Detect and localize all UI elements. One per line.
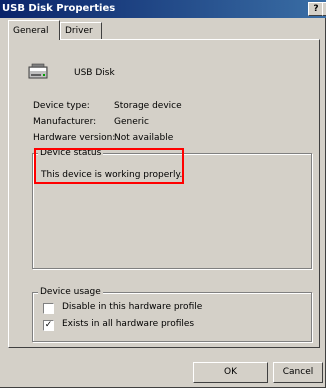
title-bar[interactable]: USB Disk Properties ? × xyxy=(0,0,326,18)
exists-all-profiles-checkbox[interactable]: ✓ xyxy=(43,320,54,331)
device-usage-title: Device usage xyxy=(38,287,103,297)
manufacturer-value: Generic xyxy=(114,117,149,127)
ok-button[interactable]: OK xyxy=(193,362,268,383)
device-type-value: Storage device xyxy=(114,101,182,111)
window-title: USB Disk Properties xyxy=(2,3,116,14)
status-highlight-box xyxy=(34,148,184,184)
close-button[interactable]: × xyxy=(322,2,326,16)
device-name: USB Disk xyxy=(74,68,115,78)
tab-general[interactable]: General xyxy=(8,20,60,40)
exists-all-profiles-label[interactable]: Exists in all hardware profiles xyxy=(62,319,194,329)
device-type-label: Device type: xyxy=(33,101,90,111)
hardware-version-value: Not available xyxy=(114,133,174,143)
device-usage-group: Device usage xyxy=(32,287,312,342)
hardware-version-label: Hardware version: xyxy=(33,133,116,143)
tab-driver[interactable]: Driver xyxy=(60,22,102,39)
disable-profile-label[interactable]: Disable in this hardware profile xyxy=(62,302,202,312)
usb-disk-icon xyxy=(28,63,48,79)
properties-dialog: USB Disk Properties ? × General Driver U… xyxy=(0,0,326,388)
manufacturer-label: Manufacturer: xyxy=(33,117,97,127)
disable-profile-checkbox[interactable] xyxy=(43,303,54,314)
cancel-button[interactable]: Cancel xyxy=(273,362,323,383)
